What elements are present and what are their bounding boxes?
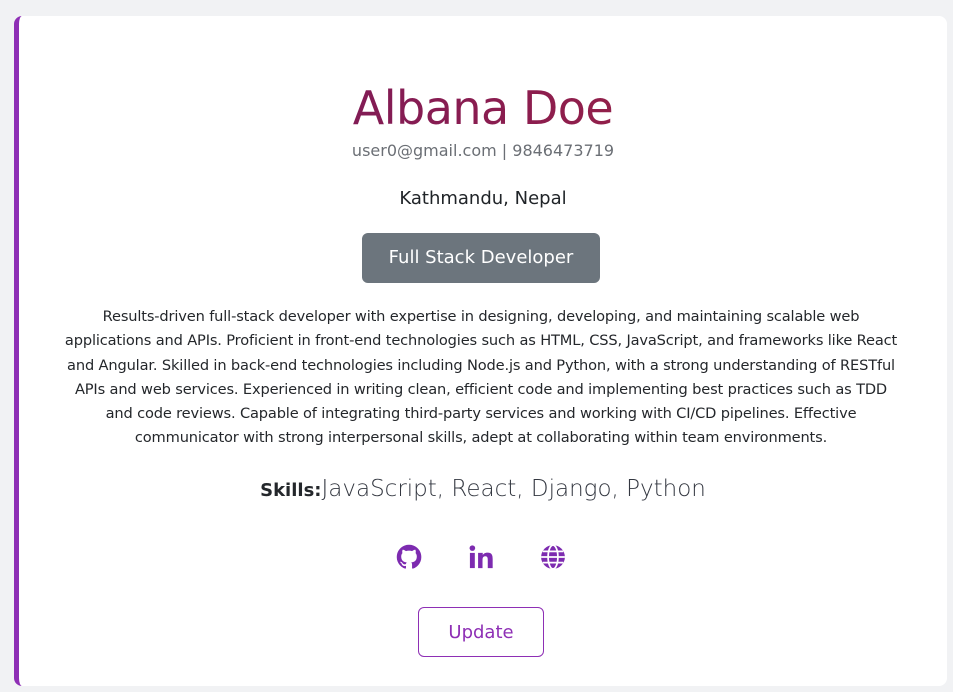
- globe-icon[interactable]: [539, 543, 567, 571]
- contact-separator: |: [496, 141, 513, 160]
- profile-name: Albana Doe: [19, 79, 947, 137]
- skills-line: Skills:JavaScript, React, Django, Python: [19, 472, 947, 508]
- skills-label: Skills:: [260, 480, 322, 501]
- role-button[interactable]: Full Stack Developer: [362, 233, 600, 283]
- profile-summary: Results-driven full-stack developer with…: [64, 308, 898, 447]
- profile-card: Albana Doe user0@gmail.com | 9846473719 …: [14, 16, 947, 686]
- github-icon[interactable]: [395, 543, 423, 571]
- email-text: user0@gmail.com: [351, 141, 497, 160]
- social-links: [19, 543, 947, 571]
- update-button[interactable]: Update: [418, 607, 544, 657]
- linkedin-icon[interactable]: [467, 543, 495, 571]
- phone-text: 9846473719: [512, 141, 615, 160]
- location-text: Kathmandu, Nepal: [399, 188, 567, 209]
- contact-line: user0@gmail.com | 9846473719: [19, 139, 947, 163]
- skills-value: JavaScript, React, Django, Python: [321, 476, 706, 502]
